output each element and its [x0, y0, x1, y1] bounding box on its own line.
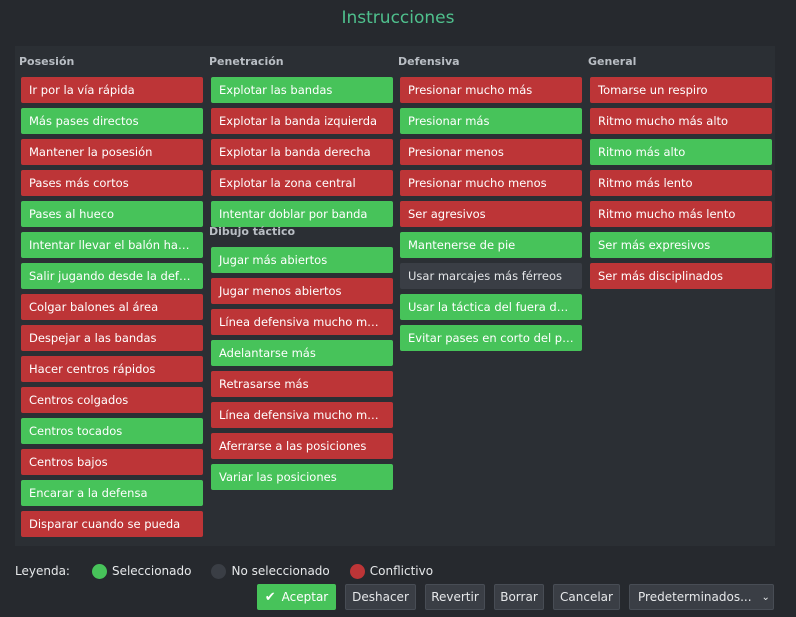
instruction-item[interactable]: Ser más disciplinados — [590, 263, 772, 289]
instruction-item[interactable]: Explotar la zona central — [211, 170, 393, 196]
undo-button[interactable]: Deshacer — [345, 584, 416, 610]
instruction-item[interactable]: Mantener la posesión — [21, 139, 203, 165]
not-selected-dot-icon — [211, 563, 227, 579]
instruction-item[interactable]: Presionar más — [400, 108, 582, 134]
instruction-item[interactable]: Ritmo más alto — [590, 139, 772, 165]
instruction-item[interactable]: Disparar cuando se pueda — [21, 511, 203, 537]
instruction-item[interactable]: Explotar la banda izquierda — [211, 108, 393, 134]
legend: Leyenda: Seleccionado No seleccionado Co… — [15, 562, 453, 580]
legend-not-selected: No seleccionado — [211, 563, 330, 579]
instruction-item[interactable]: Presionar mucho menos — [400, 170, 582, 196]
clear-button[interactable]: Borrar — [494, 584, 544, 610]
instruction-item[interactable]: Ser agresivos — [400, 201, 582, 227]
instruction-item[interactable]: Variar las posiciones — [211, 464, 393, 490]
legend-selected-label: Seleccionado — [111, 564, 192, 578]
instruction-item[interactable]: Más pases directos — [21, 108, 203, 134]
check-icon: ✔ — [264, 589, 276, 605]
instruction-item[interactable]: Pases más cortos — [21, 170, 203, 196]
cancel-button-label: Cancelar — [560, 590, 613, 604]
instruction-item[interactable]: Evitar pases en corto del po… — [400, 325, 582, 351]
instruction-item[interactable]: Despejar a las bandas — [21, 325, 203, 351]
instruction-item[interactable]: Adelantarse más — [211, 340, 393, 366]
accept-button-label: Aceptar — [281, 590, 329, 604]
legend-conflict: Conflictivo — [349, 563, 434, 579]
instruction-item[interactable]: Ir por la vía rápida — [21, 77, 203, 103]
instruction-item[interactable]: Colgar balones al área — [21, 294, 203, 320]
instruction-item[interactable]: Hacer centros rápidos — [21, 356, 203, 382]
chevron-down-icon: ⌄ — [761, 591, 770, 603]
instruction-item[interactable]: Usar la táctica del fuera de j… — [400, 294, 582, 320]
legend-selected: Seleccionado — [91, 563, 192, 579]
instruction-item[interactable]: Centros bajos — [21, 449, 203, 475]
instruction-item[interactable]: Encarar a la defensa — [21, 480, 203, 506]
section-header: Posesión — [19, 55, 75, 68]
conflict-dot-icon — [349, 563, 365, 579]
instruction-item[interactable]: Aferrarse a las posiciones — [211, 433, 393, 459]
section-header: Penetración — [209, 55, 284, 68]
instruction-item[interactable]: Línea defensiva mucho más… — [211, 402, 393, 428]
instruction-item[interactable]: Explotar las bandas — [211, 77, 393, 103]
instruction-item[interactable]: Ritmo mucho más alto — [590, 108, 772, 134]
revert-button[interactable]: Revertir — [425, 584, 485, 610]
instruction-item[interactable]: Línea defensiva mucho más… — [211, 309, 393, 335]
instruction-item[interactable]: Pases al hueco — [21, 201, 203, 227]
instruction-item[interactable]: Ser más expresivos — [590, 232, 772, 258]
cancel-button[interactable]: Cancelar — [553, 584, 620, 610]
instruction-item[interactable]: Centros colgados — [21, 387, 203, 413]
instruction-item[interactable]: Explotar la banda derecha — [211, 139, 393, 165]
window-title: Instrucciones — [341, 8, 455, 28]
accept-button[interactable]: ✔ Aceptar — [257, 584, 336, 610]
defaults-dropdown-label: Predeterminados... — [638, 590, 752, 604]
undo-button-label: Deshacer — [352, 590, 409, 604]
instruction-item[interactable]: Tomarse un respiro — [590, 77, 772, 103]
instruction-item[interactable]: Centros tocados — [21, 418, 203, 444]
section-header: General — [588, 55, 637, 68]
legend-label: Leyenda: — [15, 564, 70, 578]
instruction-item[interactable]: Ritmo más lento — [590, 170, 772, 196]
instruction-item[interactable]: Retrasarse más — [211, 371, 393, 397]
section-header: Dibujo táctico — [209, 225, 296, 238]
section-header: Defensiva — [398, 55, 460, 68]
instruction-item[interactable]: Ritmo mucho más lento — [590, 201, 772, 227]
selected-dot-icon — [91, 563, 107, 579]
instruction-item[interactable]: Presionar mucho más — [400, 77, 582, 103]
defaults-dropdown[interactable]: Predeterminados... ⌄ — [629, 584, 774, 610]
instruction-item[interactable]: Jugar menos abiertos — [211, 278, 393, 304]
revert-button-label: Revertir — [431, 590, 479, 604]
instructions-panel: Posesión Ir por la vía rápida Más pases di… — [15, 46, 775, 546]
instruction-item[interactable]: Usar marcajes más férreos — [400, 263, 582, 289]
legend-not-selected-label: No seleccionado — [231, 564, 330, 578]
legend-conflict-label: Conflictivo — [369, 564, 434, 578]
clear-button-label: Borrar — [500, 590, 538, 604]
instruction-item[interactable]: Mantenerse de pie — [400, 232, 582, 258]
instruction-item[interactable]: Presionar menos — [400, 139, 582, 165]
instruction-item[interactable]: Intentar llevar el balón hast… — [21, 232, 203, 258]
instruction-item[interactable]: Jugar más abiertos — [211, 247, 393, 273]
instruction-item[interactable]: Salir jugando desde la defe… — [21, 263, 203, 289]
